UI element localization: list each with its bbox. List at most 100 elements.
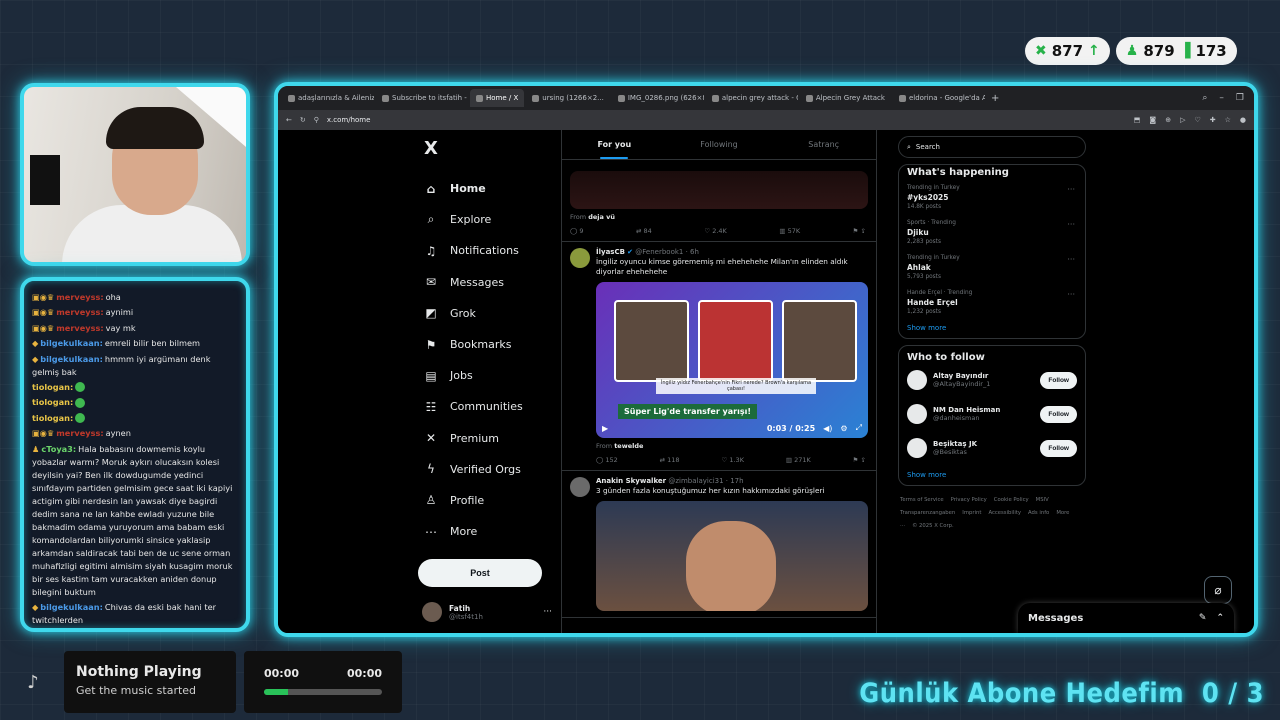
play-icon[interactable]: ▶ — [602, 424, 608, 433]
fullscreen-icon[interactable]: ⤢ — [856, 423, 862, 433]
show-more-link[interactable]: Show more — [907, 318, 1077, 332]
bookmark-icon[interactable]: ⚑ ⇪ — [853, 227, 866, 235]
follow-button[interactable]: Follow — [1040, 371, 1077, 389]
nav-item-bookmarks[interactable]: ⚑ Bookmarks — [418, 329, 558, 360]
browser-tab[interactable]: Alpecin Grey Attack — [800, 89, 891, 107]
post-card[interactable]: From deja vü ◯ 9 ⇄ 84 ♡ 2.4K ▥ 57K ⚑ ⇪ — [562, 160, 876, 242]
browser-tab[interactable]: Home / X — [470, 89, 525, 107]
footer-link[interactable]: © 2025 X Corp. — [912, 523, 954, 529]
bookmark-star-icon[interactable]: ☆ — [1225, 116, 1231, 124]
footer-link[interactable]: Cookie Policy — [994, 497, 1029, 503]
extension-icon[interactable]: ✚ — [1210, 116, 1216, 124]
follow-button[interactable]: Follow — [1040, 405, 1077, 423]
views-button[interactable]: ▥ 57K — [779, 227, 800, 235]
chat-username[interactable]: tiologan: — [32, 397, 73, 407]
heart-icon[interactable]: ♡ — [1194, 116, 1200, 124]
new-tab-icon[interactable]: + — [991, 93, 999, 104]
reply-button[interactable]: ◯ 9 — [570, 227, 583, 235]
footer-link[interactable]: Imprint — [962, 510, 981, 516]
more-icon[interactable]: ··· — [1067, 185, 1075, 194]
like-button[interactable]: ♡ 2.4K — [704, 227, 727, 235]
post-author[interactable]: İlyasCB — [596, 248, 625, 256]
restore-icon[interactable]: ❐ — [1236, 93, 1244, 103]
chat-username[interactable]: tiologan: — [32, 382, 73, 392]
browser-tab[interactable]: ursing (1266×2... — [526, 89, 610, 107]
post-author[interactable]: Anakin Skywalker — [596, 477, 666, 485]
chat-username[interactable]: merveyss: — [56, 630, 103, 632]
chat-username[interactable]: cToya3: — [41, 444, 76, 454]
tab-satranc[interactable]: Satranç — [771, 130, 876, 159]
back-icon[interactable]: ← — [286, 116, 292, 124]
show-more-link[interactable]: Show more — [907, 465, 1077, 479]
play-icon[interactable]: ▷ — [1180, 116, 1185, 124]
x-logo-icon[interactable]: X — [424, 138, 558, 159]
trend-item[interactable]: Sports · Trending Djiku 2,283 posts ··· — [907, 213, 1077, 248]
compose-message-icon[interactable]: ✎ — [1199, 613, 1207, 623]
search-tabs-icon[interactable]: ⌕ — [1202, 93, 1207, 103]
trend-item[interactable]: Hande Erçel · Trending Hande Erçel 1,232 p… — [907, 283, 1077, 318]
bookmark-icon[interactable]: ⚑ ⇪ — [853, 456, 866, 464]
footer-link[interactable]: Terms of Service — [900, 497, 944, 503]
trend-item[interactable]: Trending in Turkey #yks2025 14.8K posts ··· — [907, 178, 1077, 213]
camera-icon[interactable]: ◙ — [1149, 116, 1156, 124]
avatar[interactable] — [907, 370, 927, 390]
volume-icon[interactable]: ◀) — [823, 424, 832, 433]
chat-username[interactable]: merveyss: — [56, 428, 103, 438]
grok-icon[interactable]: ⌀ — [1204, 576, 1232, 604]
nav-item-explore[interactable]: ⌕ Explore — [418, 204, 558, 235]
nav-item-messages[interactable]: ✉ Messages — [418, 267, 558, 298]
repost-button[interactable]: ⇄ 84 — [636, 227, 652, 235]
zoom-icon[interactable]: ⊕ — [1165, 116, 1171, 124]
settings-icon[interactable]: ⚙ — [840, 424, 847, 433]
nav-item-more[interactable]: ⋯ More — [418, 516, 558, 547]
post-media[interactable] — [596, 501, 868, 611]
post-card[interactable]: İlyasCB ✔ @Fenerbook1 · 6h İngiliz oyunc… — [562, 242, 876, 471]
reload-icon[interactable]: ↻ — [300, 116, 306, 124]
avatar[interactable] — [907, 404, 927, 424]
browser-tab[interactable]: Subscribe to itsfatih - Kick — [376, 89, 468, 107]
chat-username[interactable]: bilgekulkaan: — [40, 602, 103, 612]
avatar[interactable] — [907, 438, 927, 458]
reply-button[interactable]: ◯ 152 — [596, 456, 618, 464]
views-button[interactable]: ▥ 271K — [786, 456, 811, 464]
chat-username[interactable]: bilgekulkaan: — [40, 338, 103, 348]
like-button[interactable]: ♡ 1.3K — [721, 456, 744, 464]
minimize-icon[interactable]: – — [1219, 93, 1224, 103]
expand-icon[interactable]: ⌃ — [1216, 613, 1224, 623]
chat-username[interactable]: merveyss: — [56, 292, 103, 302]
nav-item-home[interactable]: ⌂ Home — [418, 173, 558, 204]
community-note-source[interactable]: tewelde — [614, 442, 643, 450]
account-switcher[interactable]: Fatih @itsf4t1h ··· — [422, 602, 552, 622]
more-icon[interactable]: ··· — [543, 607, 552, 617]
nav-item-grok[interactable]: ◩ Grok — [418, 298, 558, 329]
chat-username[interactable]: merveyss: — [56, 323, 103, 333]
post-video[interactable]: İngiliz yıldız Fenerbahçe'nin Fikri nere… — [596, 282, 868, 438]
nav-item-notifications[interactable]: ♫ Notifications — [418, 235, 558, 266]
site-info-icon[interactable]: ⚲ — [314, 116, 319, 124]
post-button[interactable]: Post — [418, 559, 542, 588]
trend-item[interactable]: Trending in Turkey Ahlak 5,793 posts ··· — [907, 248, 1077, 283]
community-note-source[interactable]: deja vü — [588, 213, 615, 221]
post-card[interactable]: Anakin Skywalker @zimbalayici31 · 17h 3 … — [562, 471, 876, 618]
tab-following[interactable]: Following — [667, 130, 772, 159]
browser-tab[interactable]: IMG_0286.png (626×817) — [612, 89, 704, 107]
avatar[interactable] — [570, 477, 590, 497]
more-icon[interactable]: ··· — [1067, 220, 1075, 229]
browser-tab[interactable]: adaşlarınızla & Ailenizi — [282, 89, 374, 107]
post-media[interactable] — [570, 171, 868, 209]
tab-for-you[interactable]: For you — [562, 130, 667, 159]
browser-tab[interactable]: eldorina - Google'da Ara — [893, 89, 985, 107]
profile-icon[interactable]: ● — [1240, 116, 1246, 124]
follow-button[interactable]: Follow — [1040, 439, 1077, 457]
footer-link[interactable]: Ads info — [1028, 510, 1049, 516]
browser-tab[interactable]: alpecin grey attack - Goo... — [706, 89, 798, 107]
chat-username[interactable]: tiologan: — [32, 413, 73, 423]
more-icon[interactable]: ··· — [1067, 255, 1075, 264]
nav-item-verified-orgs[interactable]: ϟ Verified Orgs — [418, 454, 558, 485]
nav-item-profile[interactable]: ♙ Profile — [418, 485, 558, 516]
search-input[interactable]: ⌕ Search — [898, 136, 1086, 158]
nav-item-communities[interactable]: ☷ Communities — [418, 391, 558, 422]
chat-username[interactable]: merveyss: — [56, 307, 103, 317]
repost-button[interactable]: ⇄ 118 — [660, 456, 680, 464]
footer-link[interactable]: Privacy Policy — [951, 497, 987, 503]
